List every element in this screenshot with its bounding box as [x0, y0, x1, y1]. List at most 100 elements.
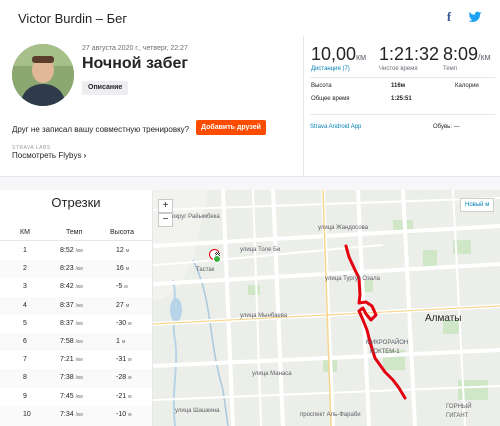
facebook-share-icon[interactable]: f: [442, 10, 456, 24]
split-pace: 8:37/км: [60, 320, 83, 327]
map-label-district: округ Райымбека: [172, 214, 220, 220]
split-km: 3: [23, 283, 27, 290]
split-elevation-value: 16: [116, 265, 124, 272]
split-pace: 8:42/км: [60, 283, 83, 290]
split-pace: 8:23/км: [60, 265, 83, 272]
split-row: 4 8:37/км 27 м: [0, 297, 152, 317]
split-elevation-unit: м: [121, 339, 126, 345]
split-km: 2: [23, 265, 27, 272]
split-elevation-value: -28: [116, 374, 127, 381]
twitter-share-icon[interactable]: [468, 10, 482, 24]
split-pace-unit: /км: [75, 284, 83, 290]
new-map-button[interactable]: Новый м: [460, 198, 495, 212]
split-elevation-unit: м: [128, 412, 132, 418]
split-elevation-value: -21: [116, 393, 127, 400]
splits-header-divider: [0, 240, 152, 241]
split-elevation: 1м: [116, 338, 125, 345]
column-header-pace: Темп: [66, 229, 83, 236]
split-row: 2 8:23/км 16 м: [0, 260, 152, 280]
split-km: 4: [23, 302, 27, 309]
split-pace: 7:58/км: [60, 338, 83, 345]
split-pace-value: 8:42: [60, 283, 74, 290]
split-elevation: -10 м: [116, 411, 132, 418]
split-elevation-unit: м: [128, 375, 132, 381]
split-elevation-value: 27: [116, 302, 124, 309]
split-elevation-unit: м: [128, 321, 132, 327]
split-pace-unit: /км: [75, 339, 83, 345]
split-row: 5 8:37/км -30 м: [0, 315, 152, 335]
map-label-gorny-1: ГОРНЫЙ: [446, 404, 472, 410]
split-elevation-value: -30: [116, 320, 127, 327]
split-row: 6 7:58/км 1 м: [0, 333, 152, 353]
column-header-elevation: Высота: [110, 229, 135, 236]
distance-label[interactable]: Дистанция (7): [311, 66, 350, 72]
activity-title: Ночной забег: [82, 55, 189, 72]
split-elevation-unit: м: [128, 357, 132, 363]
split-elevation: -30 м: [116, 320, 132, 327]
page-title: Victor Burdin – Бег: [18, 11, 128, 26]
splits-title: Отрезки: [51, 195, 101, 210]
map-label-prospekt: проспект Аль-Фараби: [300, 412, 361, 418]
total-time-label: Общее время: [311, 96, 350, 102]
activity-date: 27 августа 2020 г., четверг, 22:27: [82, 45, 188, 52]
split-pace-unit: /км: [75, 412, 83, 418]
moving-time-label: Чистое время: [379, 66, 418, 72]
map-label-mynbaev: улица Мынбаева: [240, 313, 288, 319]
split-km: 5: [23, 320, 27, 327]
split-km: 6: [23, 338, 27, 345]
flyby-link[interactable]: Посмотреть Flybys ›: [12, 151, 86, 160]
split-pace-value: 8:23: [60, 265, 74, 272]
split-km: 8: [23, 374, 27, 381]
zoom-out-button[interactable]: −: [158, 213, 173, 227]
split-km: 9: [23, 393, 27, 400]
flyby-link-text: Посмотреть Flybys: [12, 151, 82, 160]
split-elevation-value: -5: [116, 283, 123, 290]
split-elevation: -28 м: [116, 374, 132, 381]
athlete-avatar[interactable]: [12, 44, 74, 106]
map-city-label: Алматы: [425, 313, 462, 324]
zoom-in-button[interactable]: +: [158, 199, 173, 213]
split-elevation: -5 м: [116, 283, 128, 290]
split-pace: 7:21/км: [60, 356, 83, 363]
map-label-manasa: улица Манаса: [252, 371, 292, 377]
map-label-gorny-2: ГИГАНТ: [446, 413, 469, 419]
split-pace-value: 8:52: [60, 247, 74, 254]
split-pace-value: 7:34: [60, 411, 74, 418]
add-friends-button[interactable]: Добавить друзей: [196, 120, 266, 135]
split-pace: 7:45/км: [60, 393, 83, 400]
split-elevation: -21 м: [116, 393, 132, 400]
chevron-right-icon: ›: [83, 151, 87, 160]
map-label-mikro-2: КОКТЕМ-1: [370, 349, 400, 355]
map-label-tole-bi: улица Толе Би: [240, 247, 281, 253]
shoes-info: Обувь: —: [433, 124, 460, 130]
map-label-zhandosova: улица Жандосова: [318, 225, 369, 231]
split-pace-unit: /км: [75, 375, 83, 381]
split-pace-unit: /км: [75, 394, 83, 400]
split-pace-unit: /км: [75, 357, 83, 363]
split-km: 1: [23, 247, 27, 254]
description-button[interactable]: Описание: [82, 81, 129, 95]
split-km: 7: [23, 356, 27, 363]
distance-unit: км: [356, 52, 367, 62]
map-label-mikro-1: МИКРОРАЙОН: [366, 340, 409, 346]
split-row: 3 8:42/км -5 м: [0, 278, 152, 298]
split-pace-value: 7:38: [60, 374, 74, 381]
elevation-value: 116м: [391, 83, 406, 89]
split-row: 10 7:34/км -10 м: [0, 406, 152, 426]
split-pace-unit: /км: [75, 266, 83, 272]
split-row: 9 7:45/км -21 м: [0, 388, 152, 408]
split-elevation-unit: м: [125, 248, 130, 254]
column-header-km: КМ: [20, 229, 30, 236]
moving-time-value: 1:21:32: [379, 44, 440, 64]
split-pace-value: 8:37: [60, 320, 74, 327]
split-elevation-value: 12: [116, 247, 124, 254]
split-row: 7 7:21/км -31 м: [0, 351, 152, 371]
split-elevation-value: 1: [116, 338, 120, 345]
map-label-shashkina: улица Шашкина: [175, 408, 220, 414]
split-pace-unit: /км: [75, 248, 83, 254]
map-label-tastak: Тастак: [196, 267, 215, 273]
pace-value: 8:09: [443, 44, 479, 64]
total-time-value: 1:25:51: [391, 96, 412, 102]
friend-question: Друг не записал вашу совместную трениров…: [12, 125, 190, 134]
device-link[interactable]: Strava Android App: [310, 124, 361, 130]
